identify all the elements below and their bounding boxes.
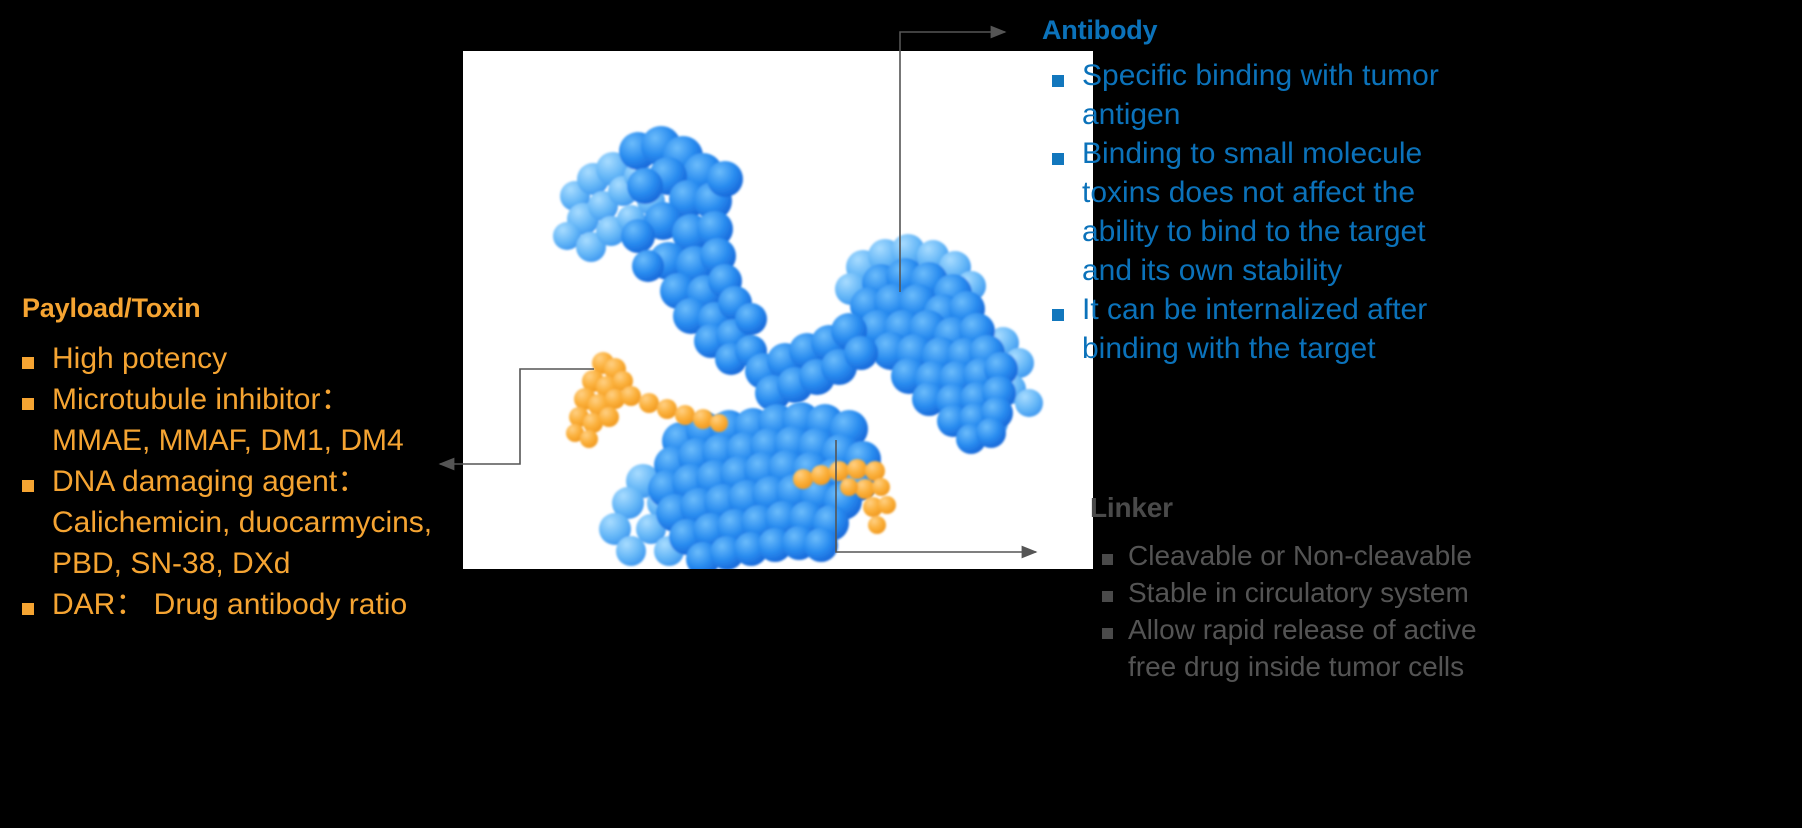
bullet-line: ability to bind to the target: [1082, 215, 1426, 248]
antibody-molecule-graphic: [463, 51, 1093, 569]
bullet-line: antigen: [1082, 98, 1181, 131]
bullet-square-icon: [1052, 308, 1064, 321]
bullet-square-icon: [22, 356, 34, 369]
bullet-line: Specific binding with tumor: [1082, 59, 1439, 92]
payload-bullet-list: High potency Microtubule inhibitor： MMAE…: [12, 338, 482, 625]
adc-image-panel: [463, 51, 1093, 569]
payload-heading: Payload/Toxin: [22, 293, 201, 323]
bullet-square-icon: [1102, 591, 1113, 603]
bullet-square-icon: [1052, 152, 1064, 165]
bullet-line: Allow rapid release of active: [1128, 614, 1477, 645]
bullet-line: DAR： Drug antibody ratio: [52, 588, 408, 621]
bullet-line: DNA damaging agent：: [52, 465, 368, 498]
bullet-line: Binding to small molecule: [1082, 137, 1423, 170]
bullet-line: free drug inside tumor cells: [1128, 651, 1465, 682]
bullet-square-icon: [22, 479, 34, 492]
bullet-line: and its own stability: [1082, 254, 1343, 287]
list-item: Microtubule inhibitor： MMAE, MMAF, DM1, …: [12, 379, 482, 461]
linker-heading: Linker: [1090, 492, 1173, 523]
list-item: Stable in circulatory system: [1090, 574, 1590, 611]
list-item: High potency: [12, 338, 482, 379]
bullet-line: toxins does not affect the: [1082, 176, 1416, 209]
bullet-line: binding with the target: [1082, 332, 1376, 365]
bullet-line: High potency: [52, 342, 228, 375]
list-item: Specific binding with tumor antigen: [1042, 56, 1512, 134]
bullet-line: Calichemicin, duocarmycins,: [52, 506, 433, 539]
bullet-line: Cleavable or Non-cleavable: [1128, 540, 1472, 571]
bullet-square-icon: [22, 397, 34, 410]
antibody-block: Antibody Specific binding with tumor ant…: [1042, 14, 1512, 368]
bullet-square-icon: [1102, 628, 1113, 640]
bullet-line: MMAE, MMAF, DM1, DM4: [52, 424, 404, 457]
linker-bullet-list: Cleavable or Non-cleavable Stable in cir…: [1090, 537, 1590, 685]
payload-toxin-block: Payload/Toxin High potency Microtubule i…: [12, 292, 482, 625]
linker-block: Linker Cleavable or Non-cleavable Stable…: [1090, 491, 1590, 685]
slide-canvas: Payload/Toxin High potency Microtubule i…: [0, 0, 1802, 828]
antibody-heading: Antibody: [1042, 15, 1158, 45]
list-item: Allow rapid release of active free drug …: [1090, 611, 1590, 685]
list-item: It can be internalized after binding wit…: [1042, 290, 1512, 368]
bullet-square-icon: [22, 602, 34, 615]
bullet-line: It can be internalized after: [1082, 293, 1428, 326]
list-item: Cleavable or Non-cleavable: [1090, 537, 1590, 574]
bullet-line: PBD, SN-38, DXd: [52, 547, 291, 580]
list-item: DAR： Drug antibody ratio: [12, 584, 482, 625]
bullet-square-icon: [1102, 554, 1113, 566]
antibody-bullet-list: Specific binding with tumor antigen Bind…: [1042, 56, 1512, 368]
bullet-line: Stable in circulatory system: [1128, 577, 1469, 608]
list-item: DNA damaging agent： Calichemicin, duocar…: [12, 461, 482, 584]
bullet-line: Microtubule inhibitor：: [52, 383, 351, 416]
bullet-square-icon: [1052, 74, 1064, 87]
list-item: Binding to small molecule toxins does no…: [1042, 134, 1512, 290]
